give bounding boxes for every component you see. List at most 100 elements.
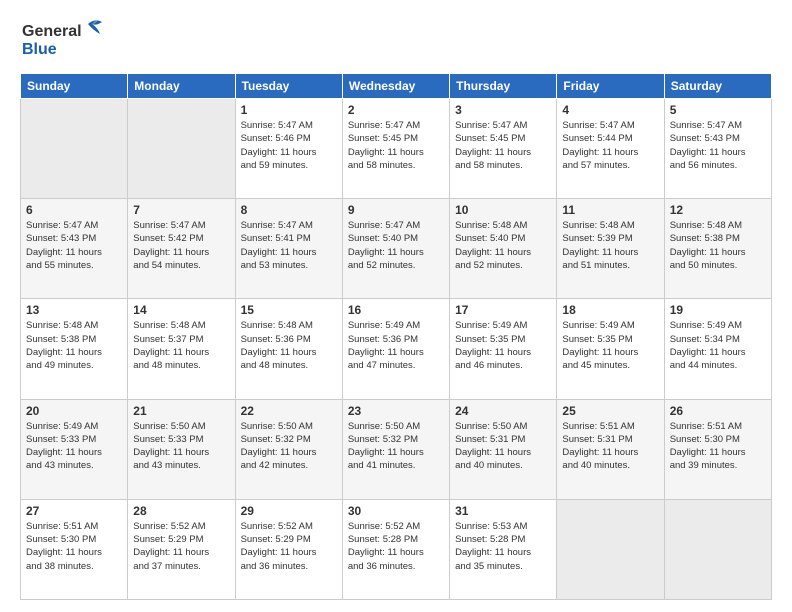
calendar-cell: 15 Sunrise: 5:48 AM Sunset: 5:36 PM Dayli… xyxy=(235,299,342,399)
week-row-2: 6 Sunrise: 5:47 AM Sunset: 5:43 PM Daylig… xyxy=(21,199,772,299)
logo: General Blue xyxy=(20,16,110,65)
day-info: Sunrise: 5:48 AM Sunset: 5:40 PM Dayligh… xyxy=(455,219,551,272)
weekday-header-saturday: Saturday xyxy=(664,74,771,99)
day-info: Sunrise: 5:50 AM Sunset: 5:32 PM Dayligh… xyxy=(348,420,444,473)
day-number: 11 xyxy=(562,203,658,217)
calendar-cell xyxy=(557,499,664,599)
day-info: Sunrise: 5:47 AM Sunset: 5:45 PM Dayligh… xyxy=(348,119,444,172)
day-info: Sunrise: 5:47 AM Sunset: 5:43 PM Dayligh… xyxy=(670,119,766,172)
day-number: 10 xyxy=(455,203,551,217)
week-row-4: 20Sunrise: 5:49 AM Sunset: 5:33 PM Dayli… xyxy=(21,399,772,499)
weekday-header-thursday: Thursday xyxy=(450,74,557,99)
day-info: Sunrise: 5:47 AM Sunset: 5:44 PM Dayligh… xyxy=(562,119,658,172)
day-info: Sunrise: 5:48 AM Sunset: 5:38 PM Dayligh… xyxy=(670,219,766,272)
day-info: Sunrise: 5:47 AM Sunset: 5:43 PM Dayligh… xyxy=(26,219,122,272)
calendar-cell: 14 Sunrise: 5:48 AM Sunset: 5:37 PM Dayli… xyxy=(128,299,235,399)
day-number: 16 xyxy=(348,303,444,317)
weekday-header-tuesday: Tuesday xyxy=(235,74,342,99)
calendar-cell: 29 Sunrise: 5:52 AM Sunset: 5:29 PM Dayli… xyxy=(235,499,342,599)
calendar-cell: 4Sunrise: 5:47 AM Sunset: 5:44 PM Daylig… xyxy=(557,99,664,199)
week-row-1: 1Sunrise: 5:47 AM Sunset: 5:46 PM Daylig… xyxy=(21,99,772,199)
svg-text:General: General xyxy=(22,23,82,40)
day-number: 7 xyxy=(133,203,229,217)
day-info: Sunrise: 5:49 AM Sunset: 5:34 PM Dayligh… xyxy=(670,319,766,372)
day-info: Sunrise: 5:47 AM Sunset: 5:45 PM Dayligh… xyxy=(455,119,551,172)
calendar-cell: 24 Sunrise: 5:50 AM Sunset: 5:31 PM Dayli… xyxy=(450,399,557,499)
day-info: Sunrise: 5:52 AM Sunset: 5:29 PM Dayligh… xyxy=(241,520,337,573)
day-number: 14 xyxy=(133,303,229,317)
calendar-cell: 28Sunrise: 5:52 AM Sunset: 5:29 PM Dayli… xyxy=(128,499,235,599)
calendar-cell: 22Sunrise: 5:50 AM Sunset: 5:32 PM Dayli… xyxy=(235,399,342,499)
day-info: Sunrise: 5:53 AM Sunset: 5:28 PM Dayligh… xyxy=(455,520,551,573)
calendar-cell: 26Sunrise: 5:51 AM Sunset: 5:30 PM Dayli… xyxy=(664,399,771,499)
page: General Blue SundayMondayTuesdayWednesda… xyxy=(0,0,792,612)
calendar-cell: 13 Sunrise: 5:48 AM Sunset: 5:38 PM Dayli… xyxy=(21,299,128,399)
weekday-header-wednesday: Wednesday xyxy=(342,74,449,99)
calendar-cell: 31Sunrise: 5:53 AM Sunset: 5:28 PM Dayli… xyxy=(450,499,557,599)
day-number: 23 xyxy=(348,404,444,418)
calendar-cell: 8 Sunrise: 5:47 AM Sunset: 5:41 PM Daylig… xyxy=(235,199,342,299)
week-row-3: 13 Sunrise: 5:48 AM Sunset: 5:38 PM Dayli… xyxy=(21,299,772,399)
day-number: 30 xyxy=(348,504,444,518)
day-info: Sunrise: 5:49 AM Sunset: 5:35 PM Dayligh… xyxy=(455,319,551,372)
calendar-table: SundayMondayTuesdayWednesdayThursdayFrid… xyxy=(20,73,772,600)
week-row-5: 27 Sunrise: 5:51 AM Sunset: 5:30 PM Dayli… xyxy=(21,499,772,599)
day-number: 27 xyxy=(26,504,122,518)
day-number: 22 xyxy=(241,404,337,418)
day-number: 13 xyxy=(26,303,122,317)
calendar-cell: 23 Sunrise: 5:50 AM Sunset: 5:32 PM Dayli… xyxy=(342,399,449,499)
calendar-cell: 27 Sunrise: 5:51 AM Sunset: 5:30 PM Dayli… xyxy=(21,499,128,599)
day-info: Sunrise: 5:50 AM Sunset: 5:31 PM Dayligh… xyxy=(455,420,551,473)
calendar-cell: 12 Sunrise: 5:48 AM Sunset: 5:38 PM Dayli… xyxy=(664,199,771,299)
day-info: Sunrise: 5:51 AM Sunset: 5:31 PM Dayligh… xyxy=(562,420,658,473)
day-number: 12 xyxy=(670,203,766,217)
calendar-cell: 2 Sunrise: 5:47 AM Sunset: 5:45 PM Daylig… xyxy=(342,99,449,199)
calendar-cell: 11Sunrise: 5:48 AM Sunset: 5:39 PM Dayli… xyxy=(557,199,664,299)
weekday-header-friday: Friday xyxy=(557,74,664,99)
calendar-cell: 25 Sunrise: 5:51 AM Sunset: 5:31 PM Dayli… xyxy=(557,399,664,499)
day-number: 15 xyxy=(241,303,337,317)
day-number: 2 xyxy=(348,103,444,117)
weekday-header-sunday: Sunday xyxy=(21,74,128,99)
calendar-cell: 1Sunrise: 5:47 AM Sunset: 5:46 PM Daylig… xyxy=(235,99,342,199)
day-number: 20 xyxy=(26,404,122,418)
day-info: Sunrise: 5:47 AM Sunset: 5:41 PM Dayligh… xyxy=(241,219,337,272)
weekday-header-row: SundayMondayTuesdayWednesdayThursdayFrid… xyxy=(21,74,772,99)
day-info: Sunrise: 5:49 AM Sunset: 5:36 PM Dayligh… xyxy=(348,319,444,372)
day-info: Sunrise: 5:51 AM Sunset: 5:30 PM Dayligh… xyxy=(670,420,766,473)
calendar-cell: 18 Sunrise: 5:49 AM Sunset: 5:35 PM Dayli… xyxy=(557,299,664,399)
calendar-cell: 20Sunrise: 5:49 AM Sunset: 5:33 PM Dayli… xyxy=(21,399,128,499)
calendar-cell: 21 Sunrise: 5:50 AM Sunset: 5:33 PM Dayli… xyxy=(128,399,235,499)
calendar-cell: 7 Sunrise: 5:47 AM Sunset: 5:42 PM Daylig… xyxy=(128,199,235,299)
day-info: Sunrise: 5:48 AM Sunset: 5:36 PM Dayligh… xyxy=(241,319,337,372)
calendar-cell: 3Sunrise: 5:47 AM Sunset: 5:45 PM Daylig… xyxy=(450,99,557,199)
day-number: 21 xyxy=(133,404,229,418)
day-number: 24 xyxy=(455,404,551,418)
weekday-header-monday: Monday xyxy=(128,74,235,99)
day-number: 29 xyxy=(241,504,337,518)
day-info: Sunrise: 5:49 AM Sunset: 5:35 PM Dayligh… xyxy=(562,319,658,372)
day-info: Sunrise: 5:48 AM Sunset: 5:37 PM Dayligh… xyxy=(133,319,229,372)
calendar-cell: 9 Sunrise: 5:47 AM Sunset: 5:40 PM Daylig… xyxy=(342,199,449,299)
day-info: Sunrise: 5:48 AM Sunset: 5:38 PM Dayligh… xyxy=(26,319,122,372)
day-info: Sunrise: 5:50 AM Sunset: 5:33 PM Dayligh… xyxy=(133,420,229,473)
calendar-cell: 10 Sunrise: 5:48 AM Sunset: 5:40 PM Dayli… xyxy=(450,199,557,299)
header: General Blue xyxy=(20,16,772,65)
calendar-cell xyxy=(128,99,235,199)
calendar-cell xyxy=(664,499,771,599)
day-number: 17 xyxy=(455,303,551,317)
day-info: Sunrise: 5:47 AM Sunset: 5:40 PM Dayligh… xyxy=(348,219,444,272)
day-number: 18 xyxy=(562,303,658,317)
day-info: Sunrise: 5:47 AM Sunset: 5:42 PM Dayligh… xyxy=(133,219,229,272)
day-number: 8 xyxy=(241,203,337,217)
calendar-cell: 17 Sunrise: 5:49 AM Sunset: 5:35 PM Dayli… xyxy=(450,299,557,399)
logo-svg: General Blue xyxy=(20,16,110,60)
day-number: 25 xyxy=(562,404,658,418)
day-info: Sunrise: 5:51 AM Sunset: 5:30 PM Dayligh… xyxy=(26,520,122,573)
calendar-cell: 30Sunrise: 5:52 AM Sunset: 5:28 PM Dayli… xyxy=(342,499,449,599)
day-number: 6 xyxy=(26,203,122,217)
calendar-cell: 16 Sunrise: 5:49 AM Sunset: 5:36 PM Dayli… xyxy=(342,299,449,399)
day-number: 9 xyxy=(348,203,444,217)
day-info: Sunrise: 5:47 AM Sunset: 5:46 PM Dayligh… xyxy=(241,119,337,172)
calendar-cell: 6 Sunrise: 5:47 AM Sunset: 5:43 PM Daylig… xyxy=(21,199,128,299)
